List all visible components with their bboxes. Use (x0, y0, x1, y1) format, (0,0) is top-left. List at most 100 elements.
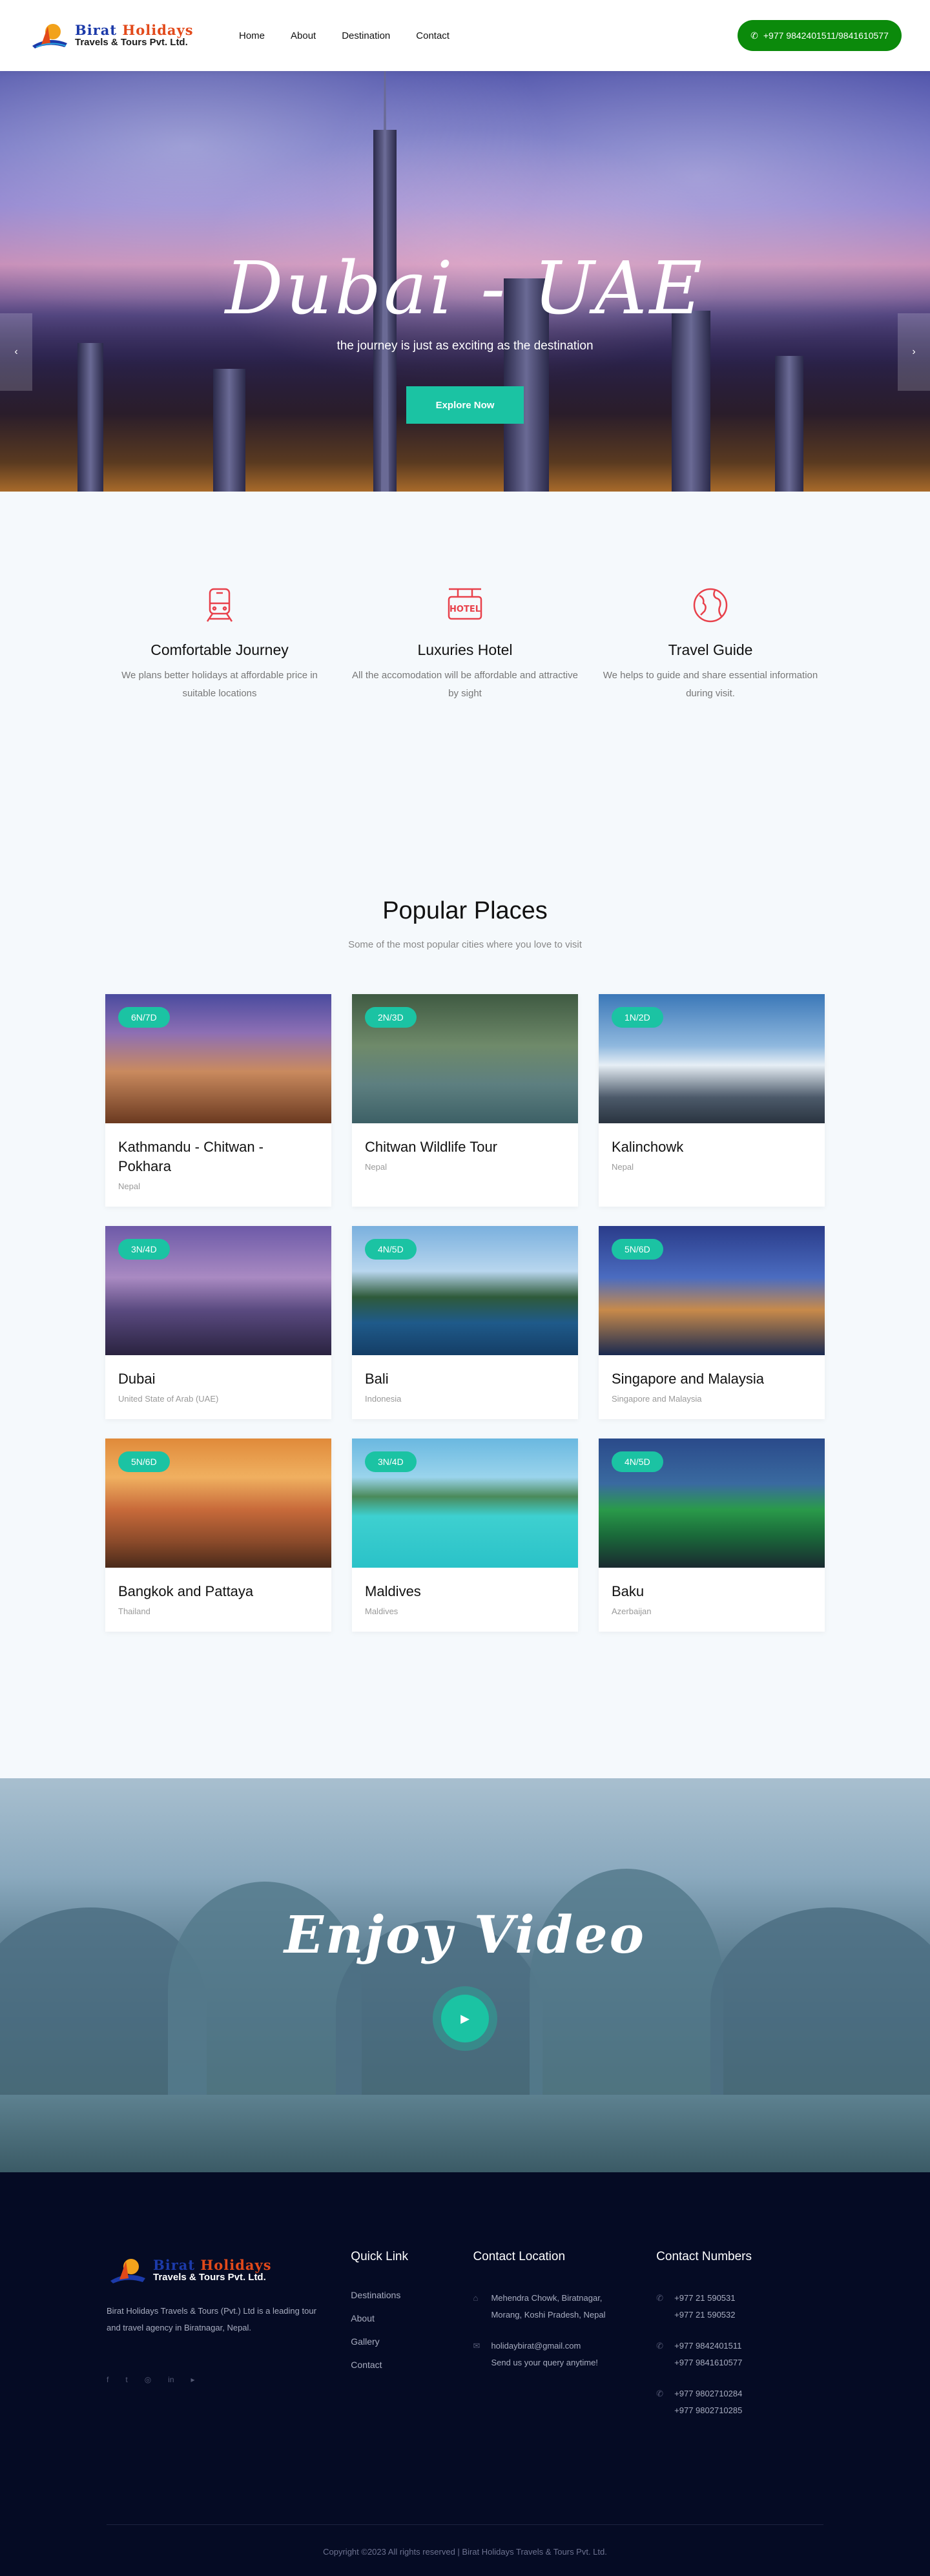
feature-luxuries-hotel: HOTEL Luxuries Hotel All the accomodatio… (342, 585, 588, 807)
footer-about-text: Birat Holidays Travels & Tours (Pvt.) Lt… (107, 2306, 316, 2332)
phone-number: +977 9842401511/9841610577 (763, 30, 889, 41)
phone-number[interactable]: +977 9842401511 (674, 2338, 742, 2354)
phone-number[interactable]: +977 9802710284 (674, 2385, 742, 2402)
phone-icon: ✆ (656, 2293, 664, 2303)
brand-name-part2: Holidays (122, 22, 194, 39)
feature-text: We helps to guide and share essential in… (603, 670, 818, 699)
duration-badge: 5N/6D (612, 1239, 663, 1260)
place-image: 4N/5D (352, 1226, 578, 1355)
address-item: ⌂ Mehendra Chowk, Biratnagar, Morang, Kos… (473, 2290, 656, 2323)
place-name: Kalinchowk (612, 1139, 684, 1155)
place-location: United State of Arab (UAE) (118, 1394, 219, 1404)
nav-home[interactable]: Home (239, 30, 265, 41)
hero-building (775, 356, 803, 492)
phone-item: ✆ +977 9802710284 +977 9802710285 (656, 2385, 823, 2419)
footer-contact-numbers: Contact Numbers ✆ +977 21 590531 +977 21 … (656, 2250, 823, 2433)
phone-icon: ✆ (750, 30, 758, 41)
place-image: 6N/7D (105, 994, 331, 1123)
nav-destination[interactable]: Destination (342, 30, 390, 41)
place-name: Bangkok and Pattaya (118, 1583, 254, 1599)
feature-comfortable-journey: Comfortable Journey We plans better holi… (97, 585, 342, 807)
place-card[interactable]: 3N/4D Maldives Maldives (352, 1439, 578, 1632)
youtube-icon[interactable]: ▸ (191, 2375, 195, 2384)
place-card[interactable]: 6N/7D Kathmandu - Chitwan - Pokhara Nepa… (105, 994, 331, 1207)
footer-logo[interactable]: Birat Holidays Travels & Tours Pvt. Ltd. (107, 2256, 351, 2285)
phone-button[interactable]: ✆ +977 9842401511/9841610577 (738, 20, 902, 51)
nav-contact[interactable]: Contact (416, 30, 450, 41)
feature-title: Travel Guide (668, 641, 753, 658)
slider-next-arrow[interactable]: › (898, 313, 930, 391)
place-card[interactable]: 5N/6D Singapore and Malaysia Singapore a… (599, 1226, 825, 1419)
features-section: Comfortable Journey We plans better holi… (0, 492, 930, 807)
duration-badge: 2N/3D (365, 1007, 417, 1028)
email-item: ✉ holidaybirat@gmail.com Send us your que… (473, 2338, 656, 2371)
section-title: Popular Places (382, 897, 548, 924)
copyright-text: Copyright ©2023 All rights reserved | Bi… (107, 2524, 823, 2557)
train-icon (206, 588, 233, 622)
footer-link-contact[interactable]: Contact (351, 2360, 473, 2370)
play-icon: ▶ (460, 2011, 470, 2025)
phone-number[interactable]: +977 9841610577 (674, 2354, 742, 2371)
hero-title: Dubai - UAE (225, 247, 705, 331)
phone-number[interactable]: +977 21 590532 (674, 2307, 735, 2323)
email-address[interactable]: holidaybirat@gmail.com (491, 2338, 597, 2354)
instagram-icon[interactable]: ◎ (145, 2375, 151, 2384)
globe-icon (693, 588, 728, 623)
brand-name-part1: Birat (75, 22, 118, 39)
place-image: 3N/4D (352, 1439, 578, 1568)
duration-badge: 3N/4D (365, 1451, 417, 1472)
footer-link-about[interactable]: About (351, 2313, 473, 2323)
facebook-icon[interactable]: f (107, 2375, 108, 2384)
nav-about[interactable]: About (291, 30, 316, 41)
brand-tagline: Travels & Tours Pvt. Ltd. (75, 37, 188, 48)
play-video-button[interactable]: ▶ (433, 1986, 497, 2051)
footer-heading: Contact Numbers (656, 2250, 752, 2263)
place-name: Kathmandu - Chitwan - Pokhara (118, 1139, 264, 1174)
email-note: Send us your query anytime! (491, 2358, 598, 2367)
places-grid: 6N/7D Kathmandu - Chitwan - Pokhara Nepa… (105, 994, 825, 1651)
place-card[interactable]: 3N/4D Dubai United State of Arab (UAE) (105, 1226, 331, 1419)
place-name: Maldives (365, 1583, 421, 1599)
place-name: Baku (612, 1583, 645, 1599)
place-name: Dubai (118, 1371, 156, 1387)
popular-places-section: Popular Places Some of the most popular … (0, 807, 930, 1778)
brand-logo[interactable]: Birat Holidays Travels & Tours Pvt. Ltd. (28, 21, 213, 50)
brand-tagline: Travels & Tours Pvt. Ltd. (153, 2272, 266, 2283)
phone-icon: ✆ (656, 2389, 664, 2398)
place-card[interactable]: 1N/2D Kalinchowk Nepal (599, 994, 825, 1207)
svg-text:HOTEL: HOTEL (450, 605, 480, 614)
place-location: Nepal (365, 1162, 387, 1172)
footer-heading: Contact Location (473, 2250, 566, 2263)
footer-link-destinations[interactable]: Destinations (351, 2290, 473, 2300)
place-name: Bali (365, 1371, 389, 1387)
footer-about: Birat Holidays Travels & Tours Pvt. Ltd.… (107, 2250, 351, 2433)
place-image: 2N/3D (352, 994, 578, 1123)
explore-now-button[interactable]: Explore Now (406, 386, 524, 424)
place-card[interactable]: 5N/6D Bangkok and Pattaya Thailand (105, 1439, 331, 1632)
chevron-left-icon: ‹ (14, 346, 18, 357)
chevron-right-icon: › (912, 346, 916, 357)
place-card[interactable]: 4N/5D Bali Indonesia (352, 1226, 578, 1419)
hero-building (672, 311, 710, 492)
twitter-icon[interactable]: t (125, 2375, 127, 2384)
feature-title: Comfortable Journey (150, 641, 289, 658)
place-card[interactable]: 4N/5D Baku Azerbaijan (599, 1439, 825, 1632)
place-name: Singapore and Malaysia (612, 1371, 765, 1387)
place-image: 1N/2D (599, 994, 825, 1123)
video-title: Enjoy Video (284, 1904, 646, 1965)
linkedin-icon[interactable]: in (168, 2375, 174, 2384)
place-image: 4N/5D (599, 1439, 825, 1568)
brand-name-part1: Birat (153, 2257, 196, 2274)
place-location: Singapore and Malaysia (612, 1394, 702, 1404)
site-header: Birat Holidays Travels & Tours Pvt. Ltd.… (0, 0, 930, 71)
place-card[interactable]: 2N/3D Chitwan Wildlife Tour Nepal (352, 994, 578, 1207)
logo-sailboat-icon (110, 2259, 145, 2283)
video-section: Enjoy Video ▶ (0, 1778, 930, 2172)
footer-link-gallery[interactable]: Gallery (351, 2336, 473, 2347)
feature-text: All the accomodation will be affordable … (352, 670, 578, 699)
place-location: Thailand (118, 1606, 150, 1616)
slider-prev-arrow[interactable]: ‹ (0, 313, 32, 391)
place-location: Nepal (612, 1162, 634, 1172)
phone-number[interactable]: +977 9802710285 (674, 2402, 742, 2419)
phone-number[interactable]: +977 21 590531 (674, 2290, 735, 2307)
